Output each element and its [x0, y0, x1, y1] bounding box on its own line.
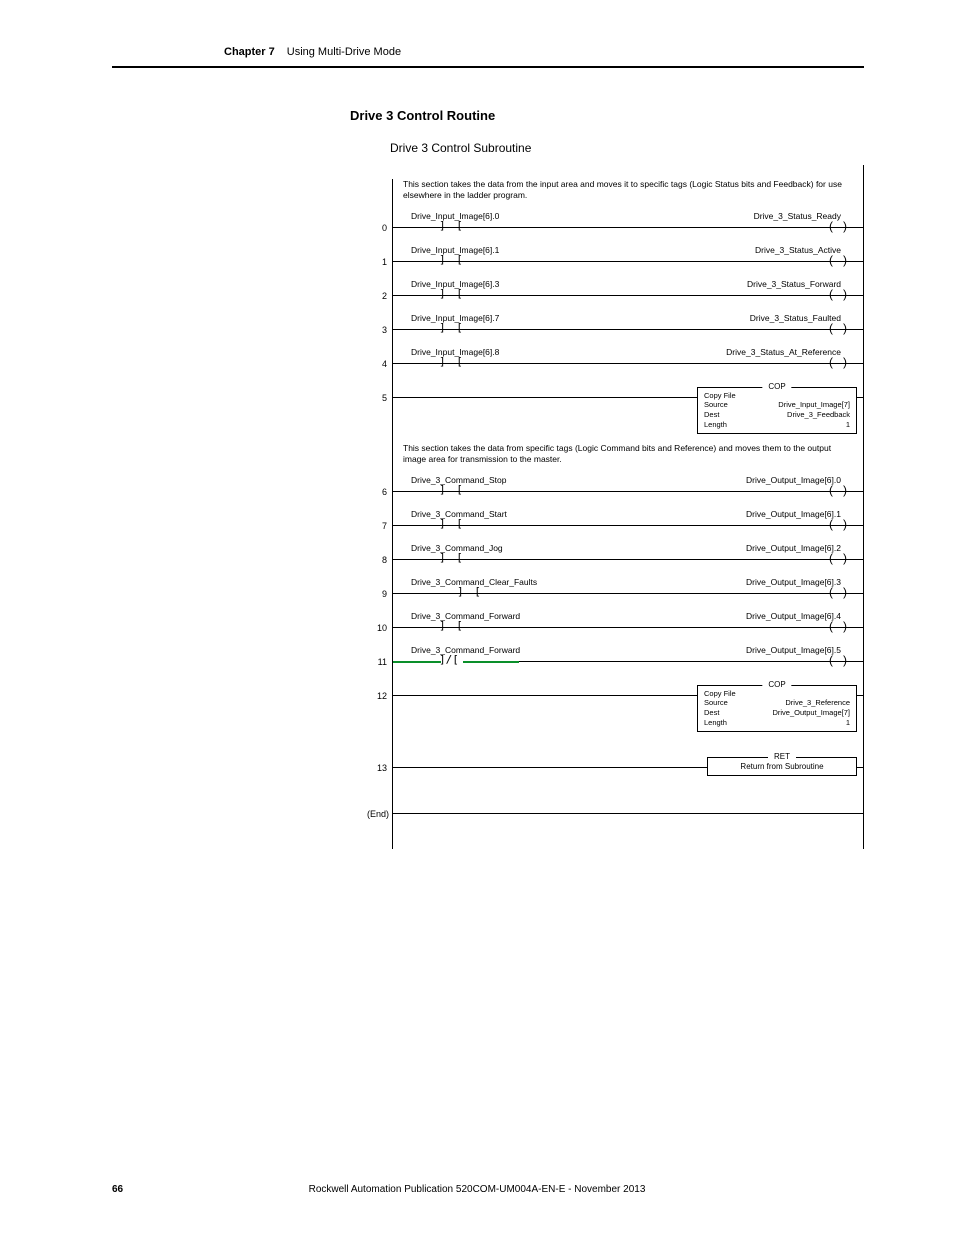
ret-instruction: RET Return from Subroutine: [707, 757, 857, 776]
cop-value: 1: [846, 420, 850, 430]
page-number: 66: [112, 1184, 123, 1195]
cop-value: 1: [846, 718, 850, 728]
ladder-diagram: This section takes the data from the inp…: [378, 165, 864, 849]
ote-label: Drive_3_Status_Forward: [747, 279, 841, 289]
page-footer: 66 Rockwell Automation Publication 520CO…: [0, 1184, 954, 1195]
end-label: (End): [359, 809, 389, 819]
ote-label: Drive_Output_Image[6].2: [746, 543, 841, 553]
rung-number: 13: [373, 763, 387, 773]
rung-number: 4: [373, 359, 387, 369]
rung-13: 13 RET Return from Subroutine: [393, 747, 863, 793]
ote-icon: [831, 356, 845, 370]
ret-title: RET: [768, 752, 796, 761]
rung-12: 12 COP Copy File SourceDrive_3_Reference…: [393, 675, 863, 747]
rung-5: 5 COP Copy File SourceDrive_Input_Image[…: [393, 377, 863, 437]
rung-9: 9 Drive_3_Command_Clear_Faults ] [ Drive…: [393, 573, 863, 607]
chapter-title: Using Multi-Drive Mode: [287, 46, 401, 58]
xic-icon: ] [: [439, 551, 465, 564]
cop-field: Dest: [704, 410, 719, 420]
page-header: Chapter 7 Using Multi-Drive Mode: [112, 0, 864, 68]
rung-1: 1 Drive_Input_Image[6].1 ] [ Drive_3_Sta…: [393, 241, 863, 275]
ote-label: Drive_3_Status_At_Reference: [726, 347, 841, 357]
ote-icon: [831, 518, 845, 532]
cop-field: Source: [704, 400, 728, 410]
rung-10: 10 Drive_3_Command_Forward ] [ Drive_Out…: [393, 607, 863, 641]
rung-number: 12: [373, 691, 387, 701]
cop-value: Drive_Input_Image[7]: [778, 400, 850, 410]
rung-2: 2 Drive_Input_Image[6].3 ] [ Drive_3_Sta…: [393, 275, 863, 309]
cop-field: Dest: [704, 708, 719, 718]
xio-icon: ]/[: [439, 653, 459, 666]
rung-7: 7 Drive_3_Command_Start ] [ Drive_Output…: [393, 505, 863, 539]
rung-number: 8: [373, 555, 387, 565]
subroutine-title: Drive 3 Control Subroutine: [390, 141, 954, 155]
cop-value: Drive_3_Reference: [785, 698, 850, 708]
xic-icon: ] [: [439, 219, 465, 232]
cop-value: Drive_Output_Image[7]: [772, 708, 850, 718]
ote-label: Drive_Output_Image[6].5: [746, 645, 841, 655]
section-heading: Drive 3 Control Routine: [350, 108, 954, 123]
cop-name: Copy File: [704, 391, 850, 400]
rung-11: 11 Drive_3_Command_Forward ]/[ Drive_Out…: [393, 641, 863, 675]
rung-3: 3 Drive_Input_Image[6].7 ] [ Drive_3_Sta…: [393, 309, 863, 343]
ret-label: Return from Subroutine: [740, 762, 823, 771]
cop-instruction: COP Copy File SourceDrive_Input_Image[7]…: [697, 387, 857, 434]
cop-instruction: COP Copy File SourceDrive_3_Reference De…: [697, 685, 857, 732]
ote-icon: [831, 620, 845, 634]
rung-number: 10: [373, 623, 387, 633]
ote-icon: [831, 654, 845, 668]
xic-icon: ] [: [439, 517, 465, 530]
ote-icon: [831, 254, 845, 268]
xic-icon: ] [: [439, 355, 465, 368]
ote-icon: [831, 322, 845, 336]
ote-icon: [831, 484, 845, 498]
xic-icon: ] [: [439, 287, 465, 300]
rung-4: 4 Drive_Input_Image[6].8 ] [ Drive_3_Sta…: [393, 343, 863, 377]
rung-8: 8 Drive_3_Command_Jog ] [ Drive_Output_I…: [393, 539, 863, 573]
chapter-label: Chapter 7: [224, 46, 275, 58]
xio-label: Drive_3_Command_Forward: [411, 645, 520, 655]
rung-0: 0 Drive_Input_Image[6].0 ] [ Drive_3_Sta…: [393, 207, 863, 241]
rung-number: 11: [373, 657, 387, 667]
ote-label: Drive_3_Status_Ready: [754, 211, 841, 221]
xic-icon: ] [: [439, 619, 465, 632]
xic-icon: ] [: [457, 585, 483, 598]
xic-icon: ] [: [439, 253, 465, 266]
rung-number: 0: [373, 223, 387, 233]
publication-line: Rockwell Automation Publication 520COM-U…: [309, 1184, 646, 1195]
rung-number: 1: [373, 257, 387, 267]
cop-title: COP: [762, 382, 791, 391]
cop-name: Copy File: [704, 689, 850, 698]
ote-icon: [831, 288, 845, 302]
ote-icon: [831, 586, 845, 600]
rung-6: 6 Drive_3_Command_Stop ] [ Drive_Output_…: [393, 471, 863, 505]
rung-number: 5: [373, 393, 387, 403]
cop-value: Drive_3_Feedback: [787, 410, 850, 420]
ote-icon: [831, 552, 845, 566]
xic-label: Drive_3_Command_Forward: [411, 611, 520, 621]
description-1: This section takes the data from the inp…: [403, 179, 853, 201]
xic-icon: ] [: [439, 321, 465, 334]
cop-field: Length: [704, 420, 727, 430]
ote-label: Drive_Output_Image[6].4: [746, 611, 841, 621]
rung-number: 2: [373, 291, 387, 301]
rung-number: 6: [373, 487, 387, 497]
ote-icon: [831, 220, 845, 234]
cop-field: Source: [704, 698, 728, 708]
ote-label: Drive_Output_Image[6].0: [746, 475, 841, 485]
cop-field: Length: [704, 718, 727, 728]
ote-label: Drive_Output_Image[6].1: [746, 509, 841, 519]
ote-label: Drive_3_Status_Faulted: [750, 313, 841, 323]
rung-number: 7: [373, 521, 387, 531]
rung-end: (End): [393, 793, 863, 819]
rung-number: 3: [373, 325, 387, 335]
xic-icon: ] [: [439, 483, 465, 496]
description-2: This section takes the data from specifi…: [403, 443, 853, 465]
cop-title: COP: [762, 680, 791, 689]
ote-label: Drive_Output_Image[6].3: [746, 577, 841, 587]
rung-number: 9: [373, 589, 387, 599]
